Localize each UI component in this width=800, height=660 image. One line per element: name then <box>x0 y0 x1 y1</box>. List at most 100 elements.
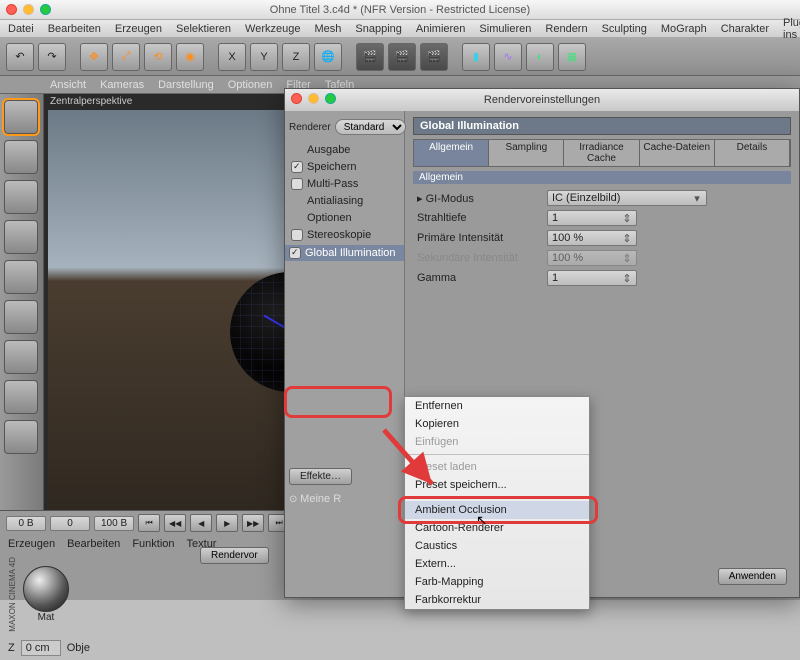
axis-mode-icon[interactable] <box>4 340 38 374</box>
menu-item[interactable]: Sculpting <box>602 23 647 35</box>
rewind-icon[interactable]: ◀◀ <box>164 514 186 532</box>
gi-mode-select[interactable]: IC (Einzelbild)▾ <box>547 190 707 206</box>
step-fwd-icon[interactable]: ▶▶ <box>242 514 264 532</box>
menu-item[interactable]: Datei <box>8 23 34 35</box>
axis-x-icon[interactable]: X <box>218 43 246 71</box>
scale-icon[interactable]: ⤢ <box>112 43 140 71</box>
ctx-cartoon-renderer[interactable]: Cartoon-Renderer <box>405 519 589 537</box>
ctx-entfernen[interactable]: Entfernen <box>405 397 589 415</box>
close-icon[interactable] <box>291 93 302 104</box>
material-name[interactable]: Mat <box>23 612 69 623</box>
frame-start[interactable]: 0 B <box>6 516 46 531</box>
coord-z[interactable]: 0 cm <box>21 640 61 656</box>
close-icon[interactable] <box>6 4 17 15</box>
gamma-label: Gamma <box>417 272 547 284</box>
rotate-icon[interactable]: ⟲ <box>144 43 172 71</box>
render-cat-speichern[interactable]: Speichern <box>289 160 400 174</box>
effects-button[interactable]: Effekte… <box>289 468 352 485</box>
menu-item[interactable]: Animieren <box>416 23 466 35</box>
spline-icon[interactable]: ∿ <box>494 43 522 71</box>
menu-item[interactable]: Simulieren <box>479 23 531 35</box>
object-mode-icon[interactable] <box>4 140 38 174</box>
undo-icon[interactable]: ↶ <box>6 43 34 71</box>
workplane-icon[interactable] <box>4 420 38 454</box>
gi-tabs[interactable]: Allgemein Sampling Irradiance Cache Cach… <box>413 139 791 167</box>
submenu-item[interactable]: Ansicht <box>50 79 86 91</box>
ctx-caustics[interactable]: Caustics <box>405 537 589 555</box>
menu-item[interactable]: Erzeugen <box>115 23 162 35</box>
ctx-farb-mapping[interactable]: Farb-Mapping <box>405 573 589 591</box>
gi-mode-label: ▸ GI-Modus <box>417 192 547 205</box>
depth-input[interactable]: 1⇕ <box>547 210 637 226</box>
render-cat-antialiasing[interactable]: Antialiasing <box>289 194 400 208</box>
menu-item[interactable]: MoGraph <box>661 23 707 35</box>
move-icon[interactable]: ✥ <box>80 43 108 71</box>
poly-mode-icon[interactable] <box>4 300 38 334</box>
edge-mode-icon[interactable] <box>4 260 38 294</box>
minimize-icon[interactable] <box>23 4 34 15</box>
window-title: Ohne Titel 3.c4d * (NFR Version - Restri… <box>270 4 530 16</box>
gi-tab-sampling[interactable]: Sampling <box>489 140 564 166</box>
play-icon[interactable]: ▶ <box>216 514 238 532</box>
prim-input[interactable]: 100 %⇕ <box>547 230 637 246</box>
coord-icon[interactable]: 🌐 <box>314 43 342 71</box>
main-toolbar: ↶ ↷ ✥ ⤢ ⟲ ◉ X Y Z 🌐 🎬 🎬 🎬 ▮ ∿ ◐ ▦ <box>0 38 800 76</box>
render-cat-multipass[interactable]: Multi-Pass <box>289 177 400 191</box>
render-window-titlebar[interactable]: Rendervoreinstellungen <box>285 89 799 111</box>
to-start-icon[interactable]: ⏮ <box>138 514 160 532</box>
submenu-item[interactable]: Kameras <box>100 79 144 91</box>
menu-item[interactable]: Snapping <box>355 23 402 35</box>
gi-tab-cache[interactable]: Cache-Dateien <box>640 140 715 166</box>
sec-label: Sekundäre Intensität <box>417 252 547 264</box>
coordinate-bar: Rendervor Z 0 cm Obje <box>0 636 800 660</box>
menu-item[interactable]: Mesh <box>314 23 341 35</box>
gi-tab-irradiance[interactable]: Irradiance Cache <box>564 140 639 166</box>
render-settings-button[interactable]: Rendervor <box>200 547 269 564</box>
menu-item[interactable]: Bearbeiten <box>48 23 101 35</box>
renderer-select[interactable]: Standard <box>335 119 406 135</box>
zoom-icon[interactable] <box>40 4 51 15</box>
render-cat-gi[interactable]: Global Illumination <box>285 245 404 261</box>
my-presets[interactable]: ⊙ Meine R <box>289 493 341 505</box>
menu-item[interactable]: Selektieren <box>176 23 231 35</box>
prim-cube-icon[interactable]: ▮ <box>462 43 490 71</box>
traffic-lights[interactable] <box>6 4 51 15</box>
menu-item[interactable]: Rendern <box>545 23 587 35</box>
submenu-item[interactable]: Optionen <box>228 79 273 91</box>
apply-button[interactable]: Anwenden <box>718 568 787 585</box>
minimize-icon[interactable] <box>308 93 319 104</box>
render-region-icon[interactable]: 🎬 <box>388 43 416 71</box>
ctx-farbkorrektur[interactable]: Farbkorrektur <box>405 591 589 609</box>
frame-current[interactable]: 0 <box>50 516 90 531</box>
magnet-icon[interactable] <box>4 380 38 414</box>
menu-item[interactable]: Plug-ins <box>783 17 800 41</box>
axis-y-icon[interactable]: Y <box>250 43 278 71</box>
model-mode-icon[interactable] <box>4 100 38 134</box>
array-icon[interactable]: ▦ <box>558 43 586 71</box>
gamma-input[interactable]: 1⇕ <box>547 270 637 286</box>
gi-tab-details[interactable]: Details <box>715 140 790 166</box>
material-preview[interactable] <box>23 566 69 612</box>
sec-input: 100 %⇕ <box>547 250 637 266</box>
render-cat-ausgabe[interactable]: Ausgabe <box>289 143 400 157</box>
frame-end[interactable]: 100 B <box>94 516 134 531</box>
render-icon[interactable]: 🎬 <box>356 43 384 71</box>
texture-mode-icon[interactable] <box>4 180 38 214</box>
nurbs-icon[interactable]: ◐ <box>526 43 554 71</box>
ctx-ambient-occlusion[interactable]: Ambient Occlusion <box>405 501 589 519</box>
main-menubar[interactable]: Datei Bearbeiten Erzeugen Selektieren We… <box>0 20 800 38</box>
render-settings-icon[interactable]: 🎬 <box>420 43 448 71</box>
redo-icon[interactable]: ↷ <box>38 43 66 71</box>
render-cat-optionen[interactable]: Optionen <box>289 211 400 225</box>
gi-tab-allgemein[interactable]: Allgemein <box>414 140 489 166</box>
point-mode-icon[interactable] <box>4 220 38 254</box>
axis-z-icon[interactable]: Z <box>282 43 310 71</box>
lastused-icon[interactable]: ◉ <box>176 43 204 71</box>
submenu-item[interactable]: Darstellung <box>158 79 214 91</box>
ctx-extern[interactable]: Extern... <box>405 555 589 573</box>
zoom-icon[interactable] <box>325 93 336 104</box>
render-cat-stereo[interactable]: Stereoskopie <box>289 228 400 242</box>
step-back-icon[interactable]: ◀ <box>190 514 212 532</box>
menu-item[interactable]: Werkzeuge <box>245 23 300 35</box>
menu-item[interactable]: Charakter <box>721 23 769 35</box>
